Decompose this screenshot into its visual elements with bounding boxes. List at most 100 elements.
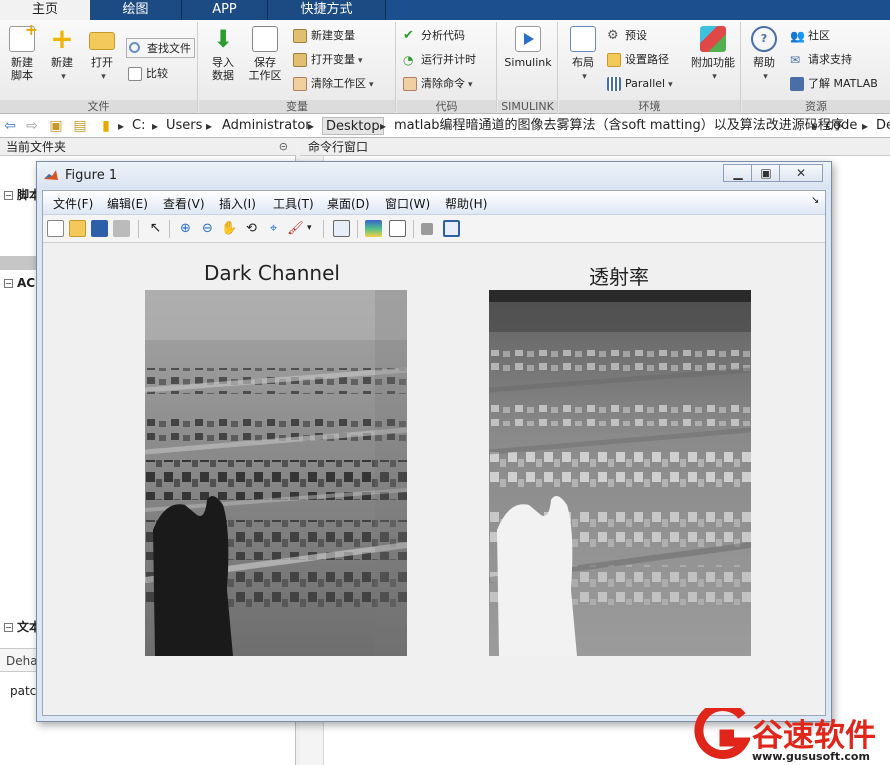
rotate-3d-icon[interactable]: ⟲ (243, 220, 260, 237)
gear-icon: ⚙ (607, 28, 619, 43)
tab-apps[interactable]: APP (182, 0, 268, 20)
eraser-icon (403, 77, 417, 91)
tab-shortcuts[interactable]: 快捷方式 (268, 0, 386, 20)
parallel-label: Parallel (625, 77, 666, 90)
breadcrumb-item[interactable]: Users (166, 117, 202, 135)
open-variable-icon (293, 53, 307, 67)
link-plot-icon[interactable] (333, 220, 350, 237)
open-button[interactable]: 打开 ▾ (82, 26, 122, 84)
new-variable-button[interactable]: 新建变量 (291, 26, 355, 46)
brush-icon[interactable]: 🖌 (287, 220, 304, 237)
chevron-down-icon: ▾ (61, 72, 66, 82)
chevron-down-icon: ▾ (582, 72, 587, 82)
forward-arrow-icon[interactable]: ⇨ (24, 118, 40, 134)
clear-commands-button[interactable]: 清除命令 ▾ (401, 74, 473, 94)
ribbon-section-code: ✔ 分析代码 ◔ 运行并计时 清除命令 ▾ 代码 (397, 22, 497, 113)
new-button[interactable]: + 新建 ▾ (42, 25, 82, 84)
find-files-button[interactable]: 查找文件 (126, 38, 195, 58)
menu-help[interactable]: 帮助(H) (445, 195, 487, 212)
new-script-button[interactable]: + 新建 脚本 (2, 22, 42, 82)
tree-section-label: AC (17, 276, 36, 290)
section-label-resources: 资源 (742, 100, 890, 113)
breadcrumb-item[interactable]: C: (132, 117, 145, 135)
data-cursor-icon[interactable]: ⌖ (265, 220, 282, 237)
compare-button[interactable]: 比较 (126, 64, 168, 84)
open-variable-button[interactable]: 打开变量 ▾ (291, 50, 363, 70)
back-arrow-icon[interactable]: ⇦ (2, 118, 18, 134)
address-bar: ⇦ ⇨ ▣ ▤ ▮ ▸ C: ▸ Users ▸ Administrator ▸… (0, 114, 890, 138)
set-path-label: 设置路径 (625, 53, 669, 66)
set-path-button[interactable]: 设置路径 (605, 50, 669, 70)
hide-plot-tools-icon[interactable] (421, 223, 433, 235)
selected-row[interactable] (0, 256, 40, 270)
zoom-out-icon[interactable]: ⊖ (199, 220, 216, 237)
parallel-button[interactable]: Parallel ▾ (605, 74, 673, 94)
community-icon: 👥 (790, 29, 805, 43)
maximize-button[interactable]: ▣ (751, 164, 781, 182)
menu-overflow-icon[interactable]: ↘ (811, 195, 819, 206)
save-workspace-button[interactable]: 保存 工作区 (245, 26, 285, 82)
support-icon: ✉ (790, 53, 801, 67)
layout-button[interactable]: 布局 ▾ (563, 26, 603, 84)
chevron-down-icon: ▾ (668, 80, 673, 90)
colorbar-icon[interactable] (365, 220, 382, 237)
save-icon[interactable] (91, 220, 108, 237)
dark-channel-image[interactable] (145, 290, 407, 656)
zoom-in-icon[interactable]: ⊕ (177, 220, 194, 237)
chevron-down-icon: ▾ (369, 80, 374, 90)
chevron-down-icon: ▾ (468, 80, 473, 90)
pan-hand-icon[interactable]: ✋ (221, 220, 238, 237)
pointer-icon[interactable]: ↖ (147, 220, 164, 237)
addons-button[interactable]: 附加功能 ▾ (691, 26, 735, 84)
legend-icon[interactable] (389, 220, 406, 237)
up-folder-icon[interactable]: ▣ (48, 118, 64, 134)
help-button[interactable]: ? 帮助 ▾ (744, 26, 784, 84)
run-and-time-button[interactable]: ◔ 运行并计时 (401, 50, 476, 70)
menu-desktop[interactable]: 桌面(D) (327, 195, 370, 212)
request-support-button[interactable]: ✉ 请求支持 (788, 50, 852, 70)
menu-view[interactable]: 查看(V) (163, 195, 205, 212)
menu-edit[interactable]: 编辑(E) (107, 195, 148, 212)
clear-workspace-button[interactable]: 清除工作区 ▾ (291, 74, 374, 94)
menu-insert[interactable]: 插入(I) (219, 195, 256, 212)
current-folder-title: 当前文件夹 (6, 140, 67, 154)
menu-tools[interactable]: 工具(T) (273, 195, 314, 212)
minimize-button[interactable]: ▁ (723, 164, 753, 182)
preferences-button[interactable]: ⚙ 预设 (605, 26, 647, 46)
save-workspace-label: 保存 工作区 (248, 56, 282, 82)
tab-plots[interactable]: 绘图 (90, 0, 182, 20)
browse-folder-icon[interactable]: ▤ (72, 118, 88, 134)
import-data-label: 导入 数据 (212, 56, 234, 82)
analyze-code-button[interactable]: ✔ 分析代码 (401, 26, 465, 46)
figure-title-bar[interactable]: Figure 1 ▁ ▣ ✕ (37, 162, 831, 189)
open-file-icon[interactable] (69, 220, 86, 237)
breadcrumb-item[interactable]: De (876, 117, 890, 135)
watermark-url: www.gususoft.com (752, 750, 870, 763)
tree-section-ac[interactable]: − AC (4, 276, 35, 290)
import-data-button[interactable]: ⬇ 导入 数据 (203, 26, 243, 82)
show-plot-tools-icon[interactable] (443, 220, 460, 237)
breadcrumb-item[interactable]: matlab编程暗通道的图像去雾算法（含soft matting）以及算法改进源… (394, 117, 844, 135)
menu-file[interactable]: 文件(F) (53, 195, 93, 212)
analyze-code-label: 分析代码 (421, 29, 465, 42)
layout-grid-icon (570, 26, 596, 52)
run-timer-icon: ◔ (403, 53, 414, 67)
breadcrumb-separator: ▸ (206, 119, 213, 133)
section-label-code: 代码 (397, 100, 496, 113)
community-button[interactable]: 👥 社区 (788, 26, 830, 46)
compare-icon (128, 67, 142, 81)
new-figure-icon[interactable] (47, 220, 64, 237)
tab-home[interactable]: 主页 (0, 0, 90, 20)
chevron-down-icon[interactable]: ▾ (307, 220, 315, 237)
learn-matlab-button[interactable]: 了解 MATLAB (788, 74, 878, 94)
ribbon-tab-bar: 主页 绘图 APP 快捷方式 (0, 0, 890, 20)
transmission-image[interactable] (489, 290, 751, 656)
menu-window[interactable]: 窗口(W) (385, 195, 430, 212)
breadcrumb-item[interactable]: code (826, 117, 857, 135)
close-button[interactable]: ✕ (779, 164, 823, 182)
panel-menu-icon[interactable]: ⊝ (279, 138, 288, 156)
print-icon[interactable] (113, 220, 130, 237)
breadcrumb-item[interactable]: Desktop (322, 117, 384, 135)
simulink-button[interactable]: Simulink (504, 26, 552, 69)
breadcrumb-item[interactable]: Administrator (222, 117, 311, 135)
